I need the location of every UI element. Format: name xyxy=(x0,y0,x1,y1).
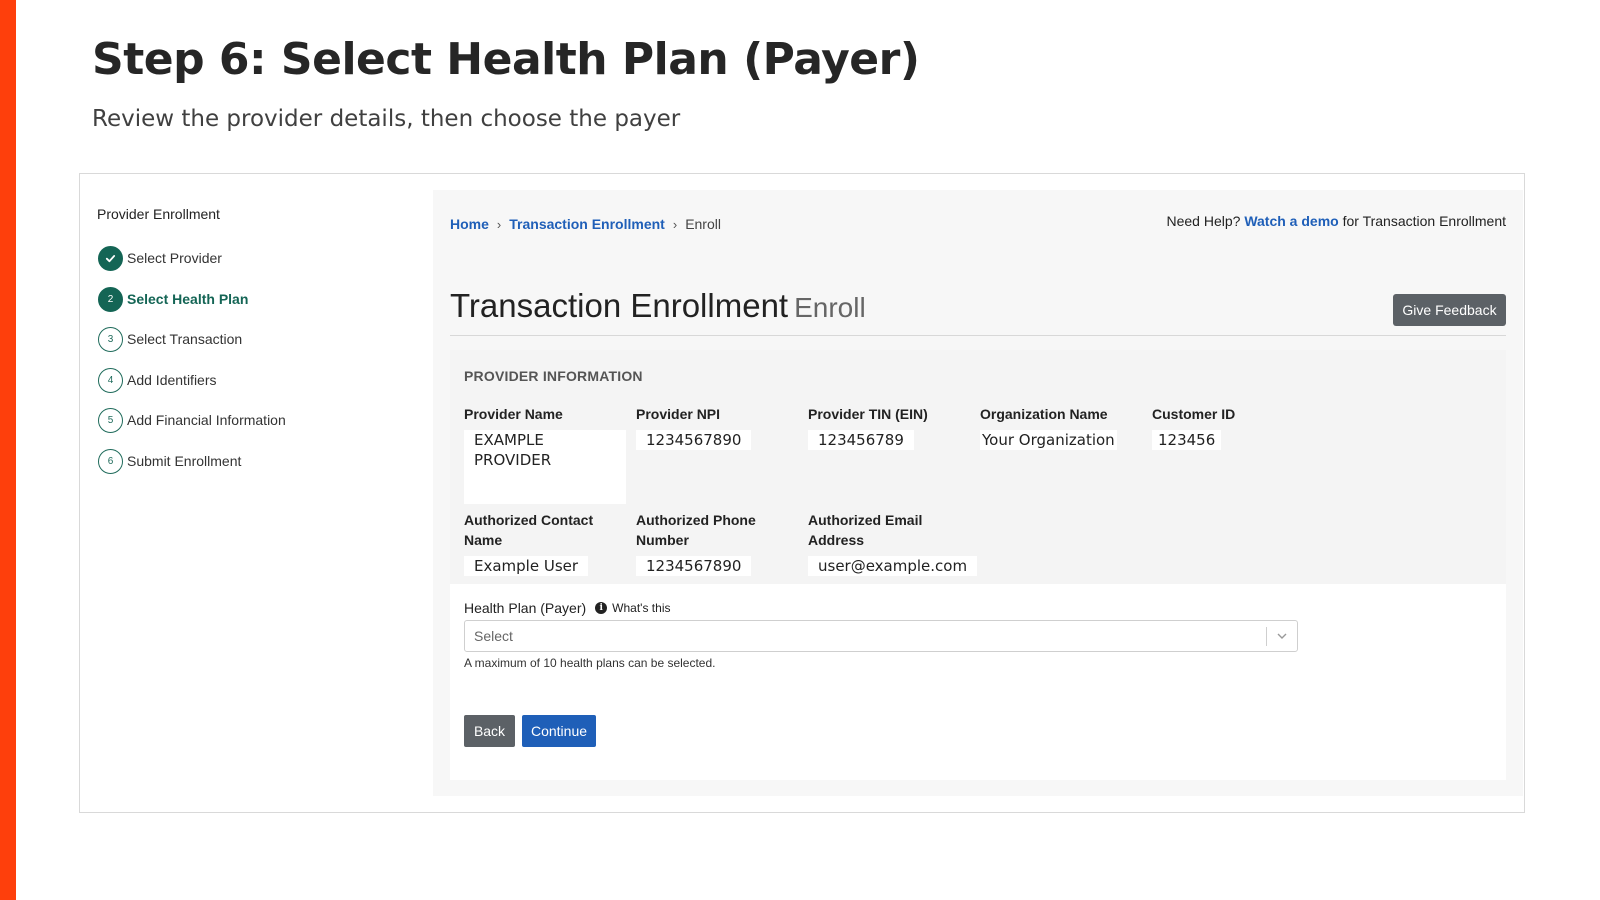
field-value: 1234567890 xyxy=(636,556,752,576)
payer-selection-area: Health Plan (Payer) i What's this Select… xyxy=(450,584,1506,780)
step-label: Select Health Plan xyxy=(127,290,249,307)
enrollment-sidebar: Provider Enrollment Select Provider 2 Se… xyxy=(80,190,423,796)
check-icon xyxy=(98,246,123,271)
sidebar-title: Provider Enrollment xyxy=(97,206,220,222)
breadcrumb-current: Enroll xyxy=(685,216,721,232)
health-plan-select[interactable]: Select xyxy=(464,620,1298,652)
screenshot-frame: Provider Enrollment Select Provider 2 Se… xyxy=(79,173,1525,813)
help-text: Need Help? Watch a demo for Transaction … xyxy=(1166,213,1506,229)
step-label: Select Provider xyxy=(127,250,222,266)
step-number-badge: 2 xyxy=(98,286,123,312)
organization-name-field: Organization Name Your Organization xyxy=(980,404,1155,450)
select-placeholder: Select xyxy=(474,628,513,644)
section-title: PROVIDER INFORMATION xyxy=(464,368,643,384)
provider-information-card: PROVIDER INFORMATION Provider Name EXAMP… xyxy=(450,350,1506,780)
back-button[interactable]: Back xyxy=(464,715,515,747)
help-prefix: Need Help? xyxy=(1166,213,1241,229)
authorized-phone-number-field: Authorized Phone Number 1234567890 xyxy=(636,510,786,576)
step-select-health-plan[interactable]: 2 Select Health Plan xyxy=(98,286,286,328)
field-value: EXAMPLE PROVIDER xyxy=(464,430,626,504)
payer-label-row: Health Plan (Payer) i What's this xyxy=(464,600,670,616)
field-label: Provider NPI xyxy=(636,406,721,422)
step-label: Add Financial Information xyxy=(127,412,286,428)
breadcrumb-transaction-enrollment-link[interactable]: Transaction Enrollment xyxy=(509,216,665,232)
field-label: Authorized Phone Number xyxy=(636,512,756,548)
accent-bar xyxy=(0,0,16,900)
field-value: 123456789 xyxy=(808,430,914,450)
field-label: Organization Name xyxy=(980,406,1108,422)
step-add-identifiers[interactable]: 4 Add Identifiers xyxy=(98,367,286,409)
page-title-sub: Enroll xyxy=(794,292,866,323)
chevron-down-icon[interactable] xyxy=(1275,629,1289,643)
continue-button[interactable]: Continue xyxy=(522,715,596,747)
step-number-badge: 6 xyxy=(98,448,123,474)
payer-helper-text: A maximum of 10 health plans can be sele… xyxy=(464,656,716,670)
field-label: Customer ID xyxy=(1152,406,1236,422)
step-select-provider[interactable]: Select Provider xyxy=(98,246,286,287)
step-submit-enrollment[interactable]: 6 Submit Enrollment xyxy=(98,448,286,490)
info-icon[interactable]: i xyxy=(595,602,608,614)
step-list: Select Provider 2 Select Health Plan 3 S… xyxy=(98,246,286,489)
help-suffix: for Transaction Enrollment xyxy=(1342,213,1506,229)
field-value: 123456 xyxy=(1152,430,1222,450)
give-feedback-button[interactable]: Give Feedback xyxy=(1393,294,1506,326)
select-divider xyxy=(1266,627,1267,646)
field-label: Provider Name xyxy=(464,406,563,422)
page-title-main: Transaction Enrollment xyxy=(450,287,789,324)
step-label: Select Transaction xyxy=(127,331,243,347)
slide-subtitle: Review the provider details, then choose… xyxy=(92,106,681,132)
field-label: Provider TIN (EIN) xyxy=(808,406,928,422)
field-value: Your Organization xyxy=(980,430,1117,450)
chevron-right-icon: › xyxy=(496,216,502,232)
field-label: Authorized Email Address xyxy=(808,512,923,548)
authorized-email-address-field: Authorized Email Address user@example.co… xyxy=(808,510,978,576)
field-value: Example User xyxy=(464,556,589,576)
provider-name-field: Provider Name EXAMPLE PROVIDER xyxy=(464,404,626,504)
main-panel: Home › Transaction Enrollment › Enroll N… xyxy=(433,190,1523,796)
heading-divider xyxy=(450,335,1506,336)
step-number-badge: 5 xyxy=(98,408,123,433)
provider-tin-field: Provider TIN (EIN) 123456789 xyxy=(808,404,968,450)
breadcrumb: Home › Transaction Enrollment › Enroll xyxy=(450,216,721,232)
authorized-contact-name-field: Authorized Contact Name Example User xyxy=(464,510,614,576)
step-select-transaction[interactable]: 3 Select Transaction xyxy=(98,327,286,368)
customer-id-field: Customer ID 123456 xyxy=(1152,404,1312,450)
step-label: Submit Enrollment xyxy=(127,452,242,469)
step-number-badge: 3 xyxy=(98,327,123,352)
step-add-financial-information[interactable]: 5 Add Financial Information xyxy=(98,408,286,449)
breadcrumb-home-link[interactable]: Home xyxy=(450,216,489,232)
field-value: user@example.com xyxy=(808,556,978,576)
payer-label: Health Plan (Payer) xyxy=(464,600,587,616)
step-label: Add Identifiers xyxy=(127,371,217,388)
page-title: Transaction Enrollment Enroll xyxy=(450,287,866,325)
slide-title: Step 6: Select Health Plan (Payer) xyxy=(92,34,920,85)
watch-demo-link[interactable]: Watch a demo xyxy=(1244,213,1338,229)
provider-npi-field: Provider NPI 1234567890 xyxy=(636,404,796,450)
whats-this-link[interactable]: What's this xyxy=(612,601,670,615)
chevron-right-icon: › xyxy=(672,216,678,232)
field-value: 1234567890 xyxy=(636,430,752,450)
step-number-badge: 4 xyxy=(98,367,123,393)
field-label: Authorized Contact Name xyxy=(464,512,594,548)
